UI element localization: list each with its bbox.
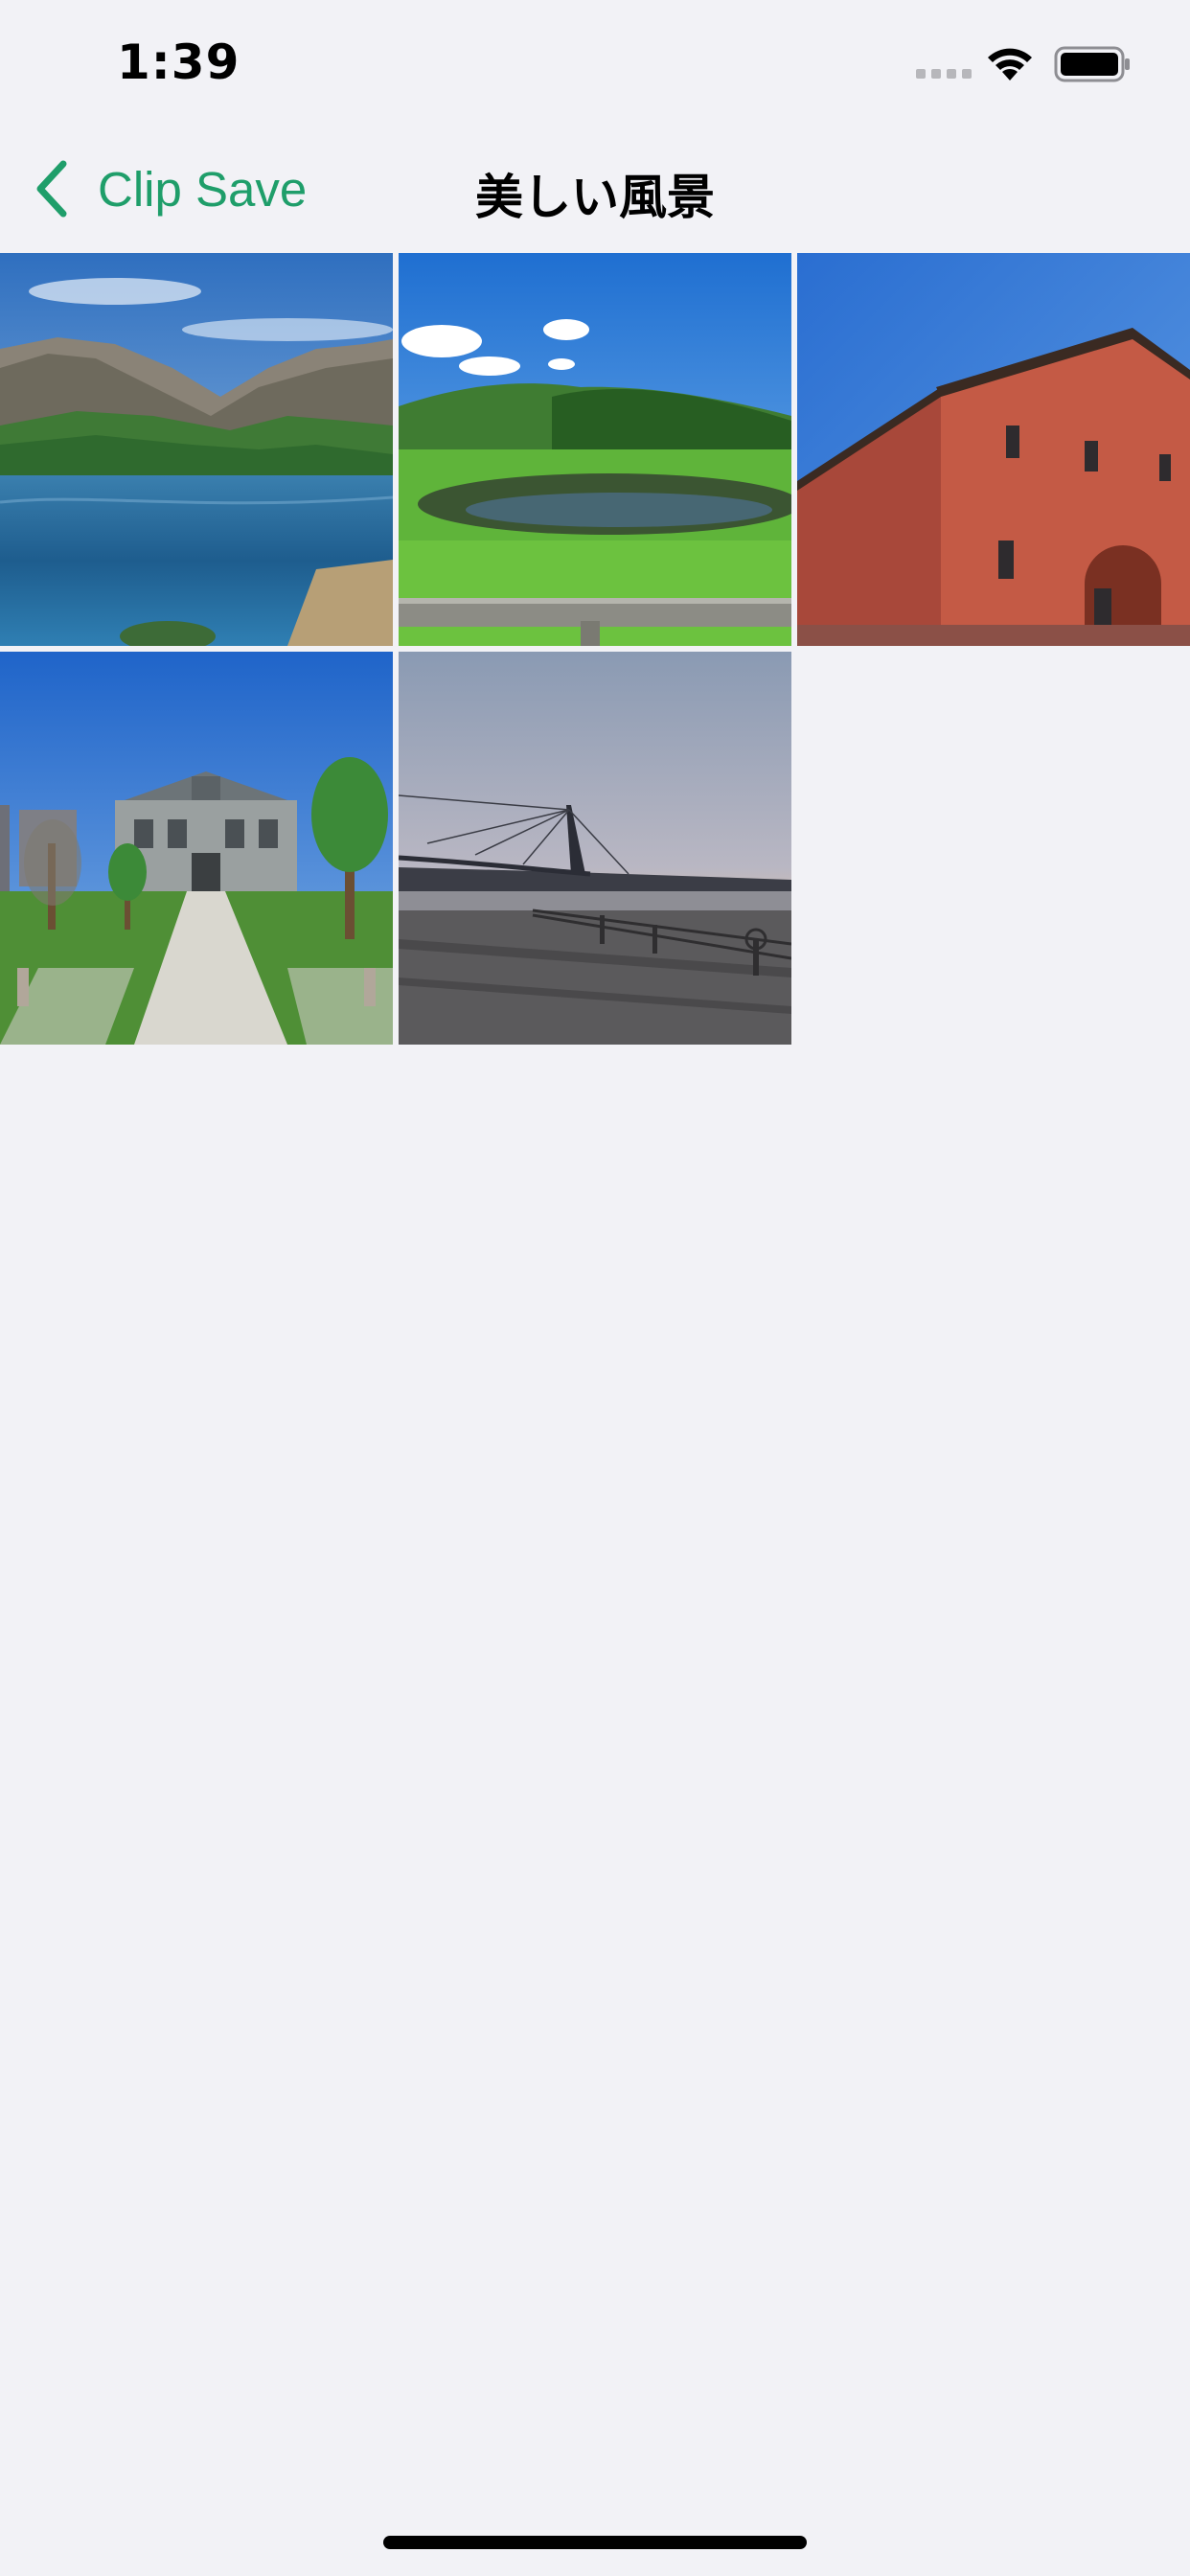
- historic-building-plaza-photo: [0, 652, 393, 1045]
- green-meadow-pond-photo: [399, 253, 791, 646]
- signal-dots-icon: [916, 69, 972, 79]
- status-time: 1:39: [117, 34, 240, 90]
- battery-icon: [1054, 46, 1130, 82]
- photo-tile-green-meadow[interactable]: [399, 253, 791, 646]
- mountain-lake-photo: [0, 253, 393, 646]
- photo-tile-harbor-sunset[interactable]: [399, 652, 791, 1045]
- photo-tile-brick-warehouse[interactable]: [797, 253, 1190, 646]
- navigation-bar: Clip Save 美しい風景: [0, 125, 1190, 249]
- wifi-icon: [988, 48, 1032, 80]
- photo-tile-mountain-lake[interactable]: [0, 253, 393, 646]
- harbor-bridge-sunset-photo: [399, 652, 791, 1045]
- photo-tile-historic-building[interactable]: [0, 652, 393, 1045]
- home-indicator[interactable]: [383, 2536, 807, 2549]
- red-brick-warehouse-photo: [797, 253, 1190, 646]
- status-bar: 1:39: [0, 0, 1190, 125]
- photo-grid: [0, 253, 1190, 1045]
- page-title: 美しい風景: [475, 170, 715, 225]
